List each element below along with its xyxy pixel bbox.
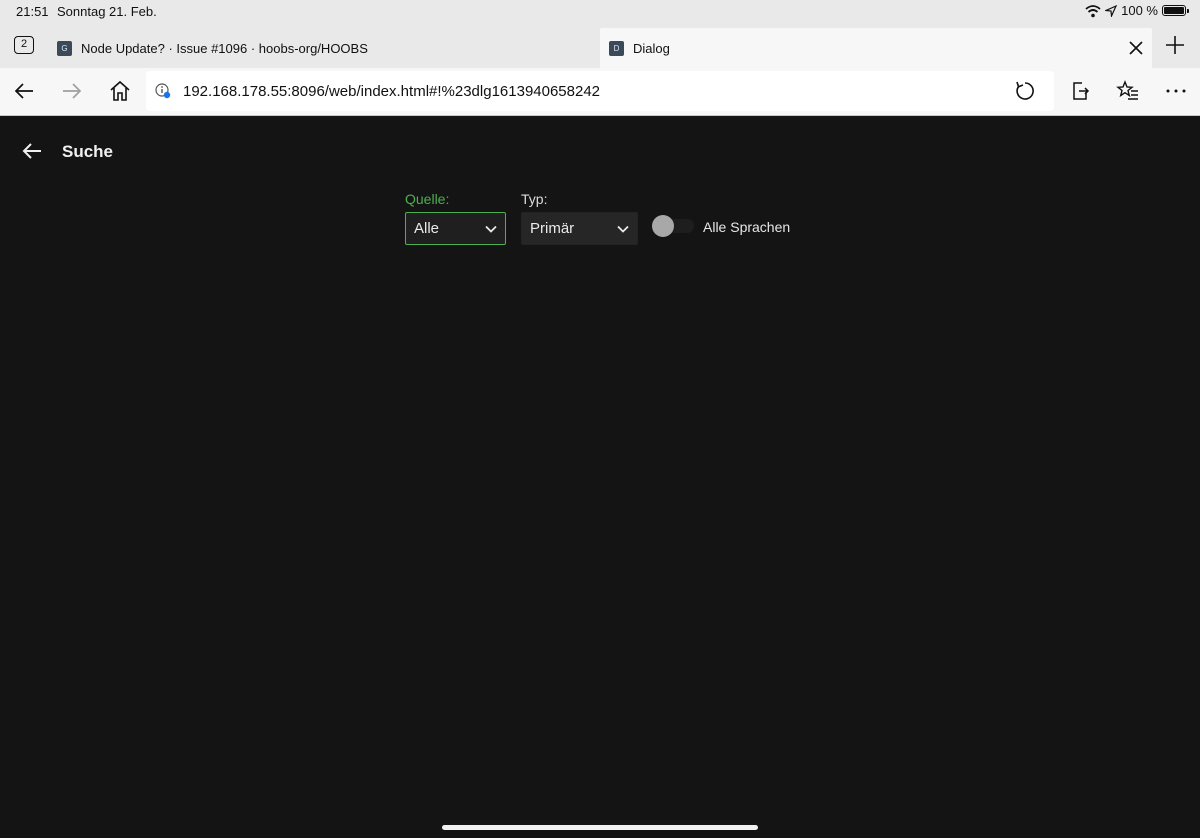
site-info-icon[interactable] <box>155 83 171 99</box>
more-icon[interactable] <box>1164 79 1188 103</box>
back-arrow-icon[interactable] <box>20 139 44 163</box>
close-tab-icon[interactable] <box>1126 38 1146 58</box>
dialog-favicon-icon: D <box>609 40 624 56</box>
chevron-down-icon <box>485 225 497 233</box>
wifi-icon <box>1085 4 1101 17</box>
url-text: 192.168.178.55:8096/web/index.html#!%23d… <box>183 83 601 100</box>
type-select-value: Primär <box>530 220 575 237</box>
battery-icon <box>1162 5 1189 16</box>
reload-icon[interactable] <box>1014 80 1036 102</box>
home-icon[interactable] <box>108 79 132 103</box>
tab-dialog[interactable]: D Dialog <box>600 28 1152 68</box>
favorites-icon[interactable] <box>1116 79 1140 103</box>
new-tab-icon[interactable] <box>1164 34 1186 56</box>
address-bar[interactable]: 192.168.178.55:8096/web/index.html#!%23d… <box>146 71 1054 111</box>
home-indicator[interactable] <box>442 825 758 830</box>
toggle-knob <box>652 215 674 237</box>
github-favicon-icon: G <box>57 40 72 56</box>
search-dialog: Suche Quelle: Alle Typ: Primär Alle Spra… <box>0 116 1200 838</box>
tab-count-button[interactable]: 2 <box>14 36 34 54</box>
source-select-value: Alle <box>414 220 440 237</box>
page-title: Suche <box>62 142 114 161</box>
type-label: Typ: <box>521 191 548 207</box>
status-bar: 21:51 Sonntag 21. Feb. 100 % <box>0 0 1200 24</box>
browser-toolbar: 192.168.178.55:8096/web/index.html#!%23d… <box>0 68 1200 116</box>
chevron-down-icon <box>617 225 629 233</box>
tab-strip: 2 G Node Update? · Issue #1096 · hoobs-o… <box>0 24 1200 68</box>
all-languages-toggle[interactable] <box>652 215 696 237</box>
forward-icon[interactable] <box>60 79 84 103</box>
share-icon[interactable] <box>1068 79 1092 103</box>
source-label: Quelle: <box>405 191 450 207</box>
status-indicators: 100 % <box>1085 3 1189 18</box>
source-select[interactable]: Alle <box>405 212 506 245</box>
type-select[interactable]: Primär <box>521 212 638 245</box>
status-time: 21:51 <box>16 4 49 19</box>
all-languages-label: Alle Sprachen <box>703 219 791 235</box>
battery-percentage: 100 % <box>1121 3 1158 18</box>
location-icon <box>1105 4 1118 17</box>
tab-node-update[interactable]: G Node Update? · Issue #1096 · hoobs-org… <box>48 28 598 68</box>
status-date: Sonntag 21. Feb. <box>57 4 157 19</box>
back-icon[interactable] <box>12 79 36 103</box>
tab-label: Node Update? · Issue #1096 · hoobs-org/H… <box>81 40 368 56</box>
tab-label: Dialog <box>633 40 670 56</box>
